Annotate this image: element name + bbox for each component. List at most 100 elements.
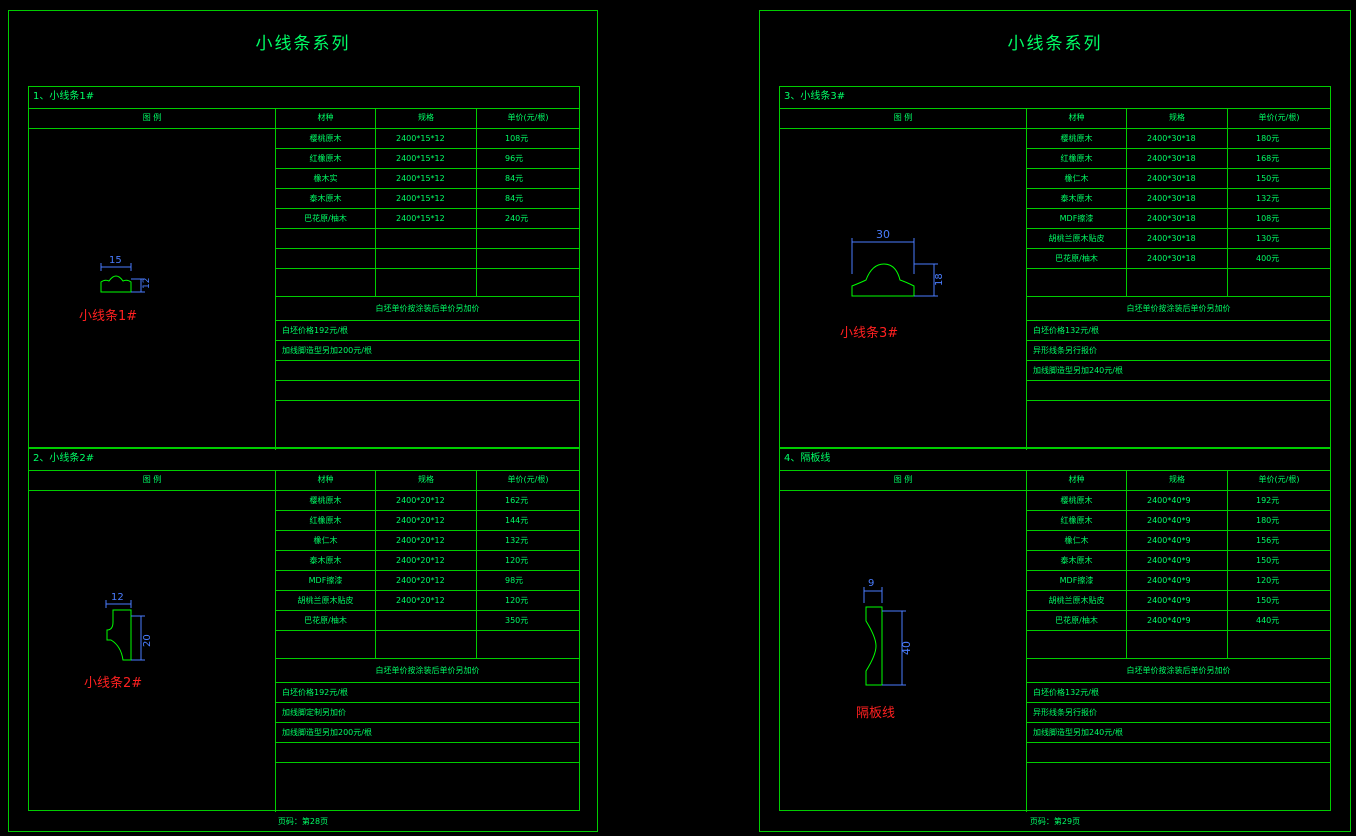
cell-spec: 2400*20*12	[376, 551, 477, 570]
header-material: 材种	[1027, 109, 1127, 128]
table-row: MDF擦漆 2400*40*9 120元	[1027, 571, 1330, 591]
table-row-empty	[1027, 631, 1330, 659]
cell-material: MDF擦漆	[1027, 209, 1127, 228]
cell-spec: 2400*40*9	[1127, 591, 1228, 610]
header-price: 单价(元/根)	[507, 113, 549, 122]
section-body: 9 40 隔板线 樱桃原木 2400*40*9 192元 红橡原木 2400*40*9…	[780, 491, 1330, 812]
cell-spec: 2400*30*18	[1127, 149, 1228, 168]
cell-material: 泰木原木	[1027, 551, 1127, 570]
cell-material: 巴花原/柚木	[276, 209, 376, 228]
cell-price: 156元	[1256, 536, 1280, 545]
table-row: 泰木原木 2400*20*12 120元	[276, 551, 579, 571]
table-row-empty	[276, 249, 579, 269]
cell-spec: 2400*20*12	[376, 511, 477, 530]
figure-label: 隔板线	[856, 706, 896, 721]
table-row-empty	[276, 269, 579, 297]
sheet-page-28: 小线条系列 1、小线条1# 图 例 材种 规格 单价(元/根) 15 12 小线…	[8, 10, 598, 832]
cell-price: 168元	[1256, 154, 1280, 163]
header-figure: 图 例	[780, 109, 1027, 128]
table-row: 红橡原木 2400*40*9 180元	[1027, 511, 1330, 531]
cell-material: MDF擦漆	[1027, 571, 1127, 590]
table-row: 橡仁木 2400*30*18 150元	[1027, 169, 1330, 189]
section-title: 3、小线条3#	[780, 87, 1330, 109]
dim-height: 12	[142, 278, 152, 289]
table-header: 图 例 材种 规格 单价(元/根)	[29, 471, 579, 491]
dim-height: 18	[934, 273, 945, 286]
profile-drawing: 9 40	[863, 578, 913, 686]
note-line: 加线脚定制另加价	[276, 703, 579, 723]
table-row: 橡木实 2400*15*12 84元	[276, 169, 579, 189]
table-row: 樱桃原木 2400*15*12 108元	[276, 129, 579, 149]
cell-price: 162元	[505, 496, 529, 505]
cell-material: 巴花原/柚木	[276, 611, 376, 630]
note-line-empty	[1027, 401, 1330, 421]
cell-price: 84元	[505, 174, 524, 183]
note-line: 加线脚造型另加200元/根	[276, 723, 579, 743]
cell-price: 98元	[505, 576, 524, 585]
cell-material: MDF擦漆	[276, 571, 376, 590]
table-row: 胡桃兰原木贴皮 2400*30*18 130元	[1027, 229, 1330, 249]
cell-material: 樱桃原木	[1027, 129, 1127, 148]
table-header: 图 例 材种 规格 单价(元/根)	[780, 109, 1330, 129]
cell-price: 132元	[505, 536, 529, 545]
dim-width: 9	[868, 578, 874, 589]
note-line: 白坯价格132元/根	[1027, 321, 1330, 341]
header-material: 材种	[276, 471, 376, 490]
note-line-empty	[1027, 763, 1330, 783]
table-row: 泰木原木 2400*15*12 84元	[276, 189, 579, 209]
cell-price: 180元	[1256, 516, 1280, 525]
cell-spec: 2400*15*12	[376, 149, 477, 168]
section-line-1: 1、小线条1# 图 例 材种 规格 单价(元/根) 15 12 小线条1# 樱桃…	[28, 86, 580, 450]
table-row: 樱桃原木 2400*40*9 192元	[1027, 491, 1330, 511]
section-line-3: 3、小线条3# 图 例 材种 规格 单价(元/根) 30 18 小线条3# 樱桃…	[779, 86, 1331, 450]
cell-price: 192元	[1256, 496, 1280, 505]
header-figure: 图 例	[780, 471, 1027, 490]
cell-material: 红橡原木	[1027, 511, 1127, 530]
dim-width: 12	[111, 592, 124, 603]
dim-width: 15	[109, 255, 122, 266]
section-line-2: 2、小线条2# 图 例 材种 规格 单价(元/根) 12 20 小线条2# 樱桃…	[28, 448, 580, 812]
table-row: MDF擦漆 2400*30*18 108元	[1027, 209, 1330, 229]
section-title: 2、小线条2#	[29, 449, 579, 471]
price-table: 樱桃原木 2400*40*9 192元 红橡原木 2400*40*9 180元 橡仁木 2…	[1027, 491, 1330, 812]
note-line-empty	[276, 743, 579, 763]
table-row: 胡桃兰原木贴皮 2400*20*12 120元	[276, 591, 579, 611]
table-row: 泰木原木 2400*30*18 132元	[1027, 189, 1330, 209]
profile-drawing: 12 20	[105, 592, 153, 661]
note-line-empty	[1027, 743, 1330, 763]
cell-price: 120元	[1256, 576, 1280, 585]
cell-price: 108元	[505, 134, 529, 143]
table-row: 胡桃兰原木贴皮 2400*40*9 150元	[1027, 591, 1330, 611]
dim-height: 20	[142, 634, 153, 647]
cell-price: 150元	[1256, 556, 1280, 565]
cell-material: 泰木原木	[276, 551, 376, 570]
figure-label: 小线条1#	[79, 309, 138, 324]
sheet-title: 小线条系列	[255, 34, 351, 54]
note-line: 白坯价格132元/根	[1027, 683, 1330, 703]
cell-material: 红橡原木	[1027, 149, 1127, 168]
price-table: 樱桃原木 2400*20*12 162元 红橡原木 2400*20*12 144元 橡仁…	[276, 491, 579, 812]
cell-spec: 2400*20*12	[376, 571, 477, 590]
cell-spec: 2400*15*12	[376, 129, 477, 148]
cell-material: 巴花原/柚木	[1027, 611, 1127, 630]
page-number: 页码：第29页	[1029, 817, 1081, 826]
cell-price: 350元	[505, 616, 529, 625]
table-row-empty	[276, 631, 579, 659]
cell-spec: 2400*30*18	[1127, 209, 1228, 228]
note-line-empty	[276, 763, 579, 783]
cell-price: 440元	[1256, 616, 1280, 625]
cell-price: 132元	[1256, 194, 1280, 203]
header-price: 单价(元/根)	[1258, 113, 1300, 122]
section-body: 15 12 小线条1# 樱桃原木 2400*15*12 108元 红橡原木 2400*…	[29, 129, 579, 450]
cell-spec: 2400*40*9	[1127, 511, 1228, 530]
figure-label: 小线条2#	[84, 676, 143, 691]
sheet-title: 小线条系列	[1007, 34, 1103, 54]
cell-spec: 2400*40*9	[1127, 491, 1228, 510]
price-table: 樱桃原木 2400*30*18 180元 红橡原木 2400*30*18 168元 橡仁…	[1027, 129, 1330, 450]
figure-label: 小线条3#	[840, 326, 899, 341]
cell-spec: 2400*20*12	[376, 591, 477, 610]
cell-material: 胡桃兰原木贴皮	[1027, 229, 1127, 248]
cell-price: 130元	[1256, 234, 1280, 243]
table-row-empty	[276, 229, 579, 249]
cell-material: 橡仁木	[276, 531, 376, 550]
